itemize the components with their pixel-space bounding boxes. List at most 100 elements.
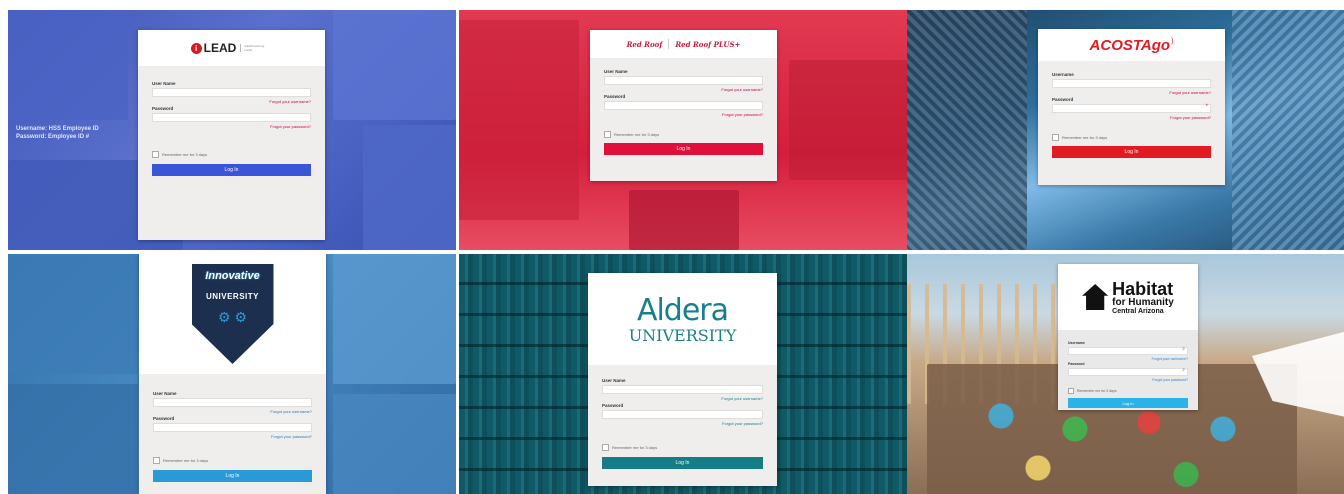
redroof-remember-checkbox[interactable] [604, 131, 611, 138]
habitat-logo-wordmark: Habitat [1112, 278, 1174, 299]
redroof-login-screen: Red Roof Red Roof PLUS+ User Name Forgot… [459, 10, 907, 250]
innovative-username-input[interactable] [153, 398, 312, 407]
ilead-forgot-password-link[interactable]: Forgot your password? [152, 124, 311, 129]
error-icon: * [1205, 104, 1208, 110]
aldera-logo-university: UNIVERSITY [628, 326, 737, 345]
acosta-logo-text: ACOSTAgo [1089, 36, 1171, 54]
aldera-logo-wordmark: Aldera [636, 293, 729, 328]
aldera-remember-checkbox[interactable] [602, 444, 609, 451]
aldera-login-card: Aldera UNIVERSITY User Name Forgot your … [588, 273, 777, 486]
innovative-password-label: Password [153, 416, 175, 421]
acosta-forgot-password-link[interactable]: Forgot your password? [1052, 115, 1211, 120]
acosta-username-input[interactable] [1052, 79, 1211, 88]
redroof-password-label: Password [604, 94, 626, 99]
habitat-login-card: Habitat for Humanity Central Arizona Use… [1058, 264, 1198, 410]
innovative-remember-checkbox[interactable] [153, 457, 160, 464]
aldera-forgot-password-link[interactable]: Forgot your password? [602, 421, 763, 426]
ilead-photo-collage-2 [333, 10, 456, 120]
habitat-logo-region: Central Arizona [1112, 307, 1164, 315]
redroof-logo-divider [668, 39, 670, 49]
acosta-login-card: ACOSTAgo ) Username Forgot your username… [1038, 29, 1225, 185]
redroof-plus-logo-mark: Red Roof PLUS+ [675, 39, 741, 49]
redroof-logo-mark: Red Roof [626, 39, 663, 49]
gear-icon: ⚙ ⚙ [218, 309, 247, 325]
ilead-login-button[interactable]: Log In [152, 164, 311, 176]
search-icon: ⌕ [1182, 346, 1185, 352]
redroof-room-carpet [629, 190, 739, 250]
aldera-password-label: Password [602, 403, 624, 408]
aldera-remember-me[interactable]: Remember me for 3 days [602, 444, 763, 451]
habitat-logo: Habitat for Humanity Central Arizona [1058, 264, 1198, 330]
aldera-login-button[interactable]: Log In [602, 457, 763, 469]
innovative-username-label: User Name [153, 391, 177, 396]
redroof-room-wall [459, 20, 579, 220]
redroof-remember-me[interactable]: Remember me for 3 days [604, 131, 763, 138]
ilead-login-screen: Username: HSS Employee ID Password: Empl… [8, 10, 456, 250]
habitat-login-button[interactable]: Log In [1068, 398, 1188, 408]
acosta-username-label: Username [1052, 72, 1074, 77]
habitat-password-label: Password [1068, 362, 1085, 366]
habitat-login-screen: Habitat for Humanity Central Arizona Use… [907, 254, 1344, 494]
habitat-logo-subtitle: for Humanity [1112, 296, 1174, 308]
ilead-username-label: User Name [152, 81, 176, 86]
aldera-login-form: User Name Forgot your username? Password… [588, 365, 777, 469]
innovative-remember-me[interactable]: Remember me for 3 days [153, 457, 312, 464]
ilead-remember-checkbox[interactable] [152, 151, 159, 158]
ilead-photo-collage-1 [8, 10, 128, 120]
ilead-logo-text: LEAD [203, 41, 237, 55]
wifi-icon: ) [1171, 37, 1174, 45]
ilead-password-input[interactable] [152, 113, 311, 122]
ilead-logo-icon: i [190, 42, 202, 54]
redroof-logo: Red Roof Red Roof PLUS+ [590, 30, 777, 58]
habitat-forgot-username-link[interactable]: Forgot your username? [1068, 357, 1188, 361]
aldera-username-label: User Name [602, 378, 626, 383]
redroof-password-input[interactable] [604, 101, 763, 110]
aldera-password-input[interactable] [602, 410, 763, 419]
habitat-username-input[interactable]: ⌕ [1068, 346, 1188, 355]
acosta-remember-checkbox[interactable] [1052, 134, 1059, 141]
redroof-username-input[interactable] [604, 76, 763, 85]
innovative-forgot-username-link[interactable]: Forgot your username? [153, 409, 312, 414]
acosta-login-form: Username Forgot your username? Password … [1038, 61, 1225, 158]
innovative-photo-collage-4 [333, 394, 456, 494]
search-icon: ⌕ [1182, 367, 1185, 373]
habitat-remember-checkbox[interactable] [1068, 388, 1074, 394]
innovative-photo-collage-1 [8, 254, 138, 374]
innovative-login-card: Innovative UNIVERSITY ⚙ ⚙ User Name Forg… [139, 254, 326, 494]
acosta-building-left [907, 10, 1027, 250]
habitat-remember-me[interactable]: Remember me for 3 days [1068, 388, 1188, 394]
redroof-login-form: User Name Forgot your username? Password… [590, 58, 777, 155]
aldera-username-input[interactable] [602, 385, 763, 394]
ilead-logo-sub: iLEAD learning portal [240, 44, 272, 52]
innovative-remember-label: Remember me for 3 days [163, 458, 209, 463]
ilead-remember-label: Remember me for 3 days [162, 152, 208, 157]
innovative-photo-collage-3 [8, 384, 138, 494]
aldera-login-screen: Aldera UNIVERSITY User Name Forgot your … [459, 254, 907, 494]
acosta-building-right [1232, 10, 1344, 250]
redroof-forgot-username-link[interactable]: Forgot your username? [604, 87, 763, 92]
ilead-forgot-username-link[interactable]: Forgot your username? [152, 99, 311, 104]
acosta-forgot-username-link[interactable]: Forgot your username? [1052, 90, 1211, 95]
innovative-password-input[interactable] [153, 423, 312, 432]
aldera-logo: Aldera UNIVERSITY [588, 273, 777, 365]
habitat-forgot-password-link[interactable]: Forgot your password? [1068, 378, 1188, 382]
innovative-forgot-password-link[interactable]: Forgot your password? [153, 434, 312, 439]
ilead-hint-username: Username: HSS Employee ID [16, 126, 99, 132]
redroof-login-button[interactable]: Log In [604, 143, 763, 155]
habitat-password-input[interactable]: ⌕ [1068, 367, 1188, 376]
acosta-remember-me[interactable]: Remember me for 3 days [1052, 134, 1211, 141]
innovative-login-button[interactable]: Log In [153, 470, 312, 482]
acosta-password-input[interactable]: * [1052, 104, 1211, 113]
redroof-forgot-password-link[interactable]: Forgot your password? [604, 112, 763, 117]
acosta-password-label: Password [1052, 97, 1074, 102]
ilead-username-input[interactable] [152, 88, 311, 97]
acosta-login-button[interactable]: Log In [1052, 146, 1211, 158]
habitat-logo-text: Habitat for Humanity Central Arizona [1112, 280, 1174, 315]
habitat-login-form: Username ⌕ Forgot your username? Passwor… [1058, 330, 1198, 408]
ilead-login-card: i LEAD iLEAD learning portal User Name F… [138, 30, 325, 240]
innovative-login-form: User Name Forgot your username? Password… [139, 374, 326, 482]
acosta-remember-label: Remember me for 3 days [1062, 135, 1108, 140]
ilead-password-label: Password [152, 106, 174, 111]
ilead-remember-me[interactable]: Remember me for 3 days [152, 151, 311, 158]
aldera-forgot-username-link[interactable]: Forgot your username? [602, 396, 763, 401]
